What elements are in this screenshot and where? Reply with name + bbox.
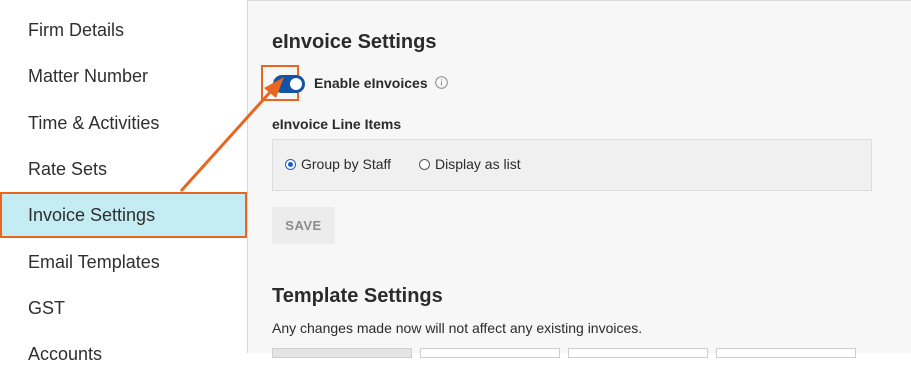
einvoice-line-items-label: eInvoice Line Items xyxy=(272,116,402,132)
template-option[interactable] xyxy=(568,348,708,358)
save-button[interactable]: SAVE xyxy=(272,207,335,244)
display-as-list-label: Display as list xyxy=(435,156,521,172)
template-settings-title: Template Settings xyxy=(272,285,443,307)
display-as-list-option[interactable]: Display as list xyxy=(419,156,521,172)
sidebar-item-invoice-settings[interactable]: Invoice Settings xyxy=(0,192,247,238)
enable-einvoices-toggle[interactable] xyxy=(273,75,305,93)
einvoice-settings-title: eInvoice Settings xyxy=(272,31,437,53)
group-by-staff-label: Group by Staff xyxy=(301,156,392,172)
settings-sidebar: Firm Details Matter Number Time & Activi… xyxy=(0,0,248,364)
sidebar-item-accounts[interactable]: Accounts xyxy=(0,331,247,377)
template-option[interactable] xyxy=(420,348,560,358)
group-by-staff-option[interactable]: Group by Staff xyxy=(285,156,391,172)
template-option[interactable] xyxy=(272,348,412,358)
sidebar-item-gst[interactable]: GST xyxy=(0,285,247,331)
enable-einvoices-label: Enable eInvoices xyxy=(314,75,428,91)
toggle-knob xyxy=(290,78,302,90)
display-as-list-radio[interactable] xyxy=(419,158,430,170)
line-items-radio-group: Group by Staff Display as list xyxy=(272,139,872,191)
sidebar-item-time-activities[interactable]: Time & Activities xyxy=(0,100,247,146)
template-option[interactable] xyxy=(716,348,856,358)
template-helper-text: Any changes made now will not affect any… xyxy=(272,320,643,336)
sidebar-item-rate-sets[interactable]: Rate Sets xyxy=(0,146,247,192)
group-by-staff-radio[interactable] xyxy=(285,158,296,170)
sidebar-item-matter-number[interactable]: Matter Number xyxy=(0,53,247,99)
settings-main-panel: eInvoice Settings Enable eInvoices eInvo… xyxy=(248,0,911,358)
sidebar-item-firm-details[interactable]: Firm Details xyxy=(0,7,247,53)
sidebar-item-email-templates[interactable]: Email Templates xyxy=(0,239,247,285)
info-icon[interactable] xyxy=(435,76,448,89)
